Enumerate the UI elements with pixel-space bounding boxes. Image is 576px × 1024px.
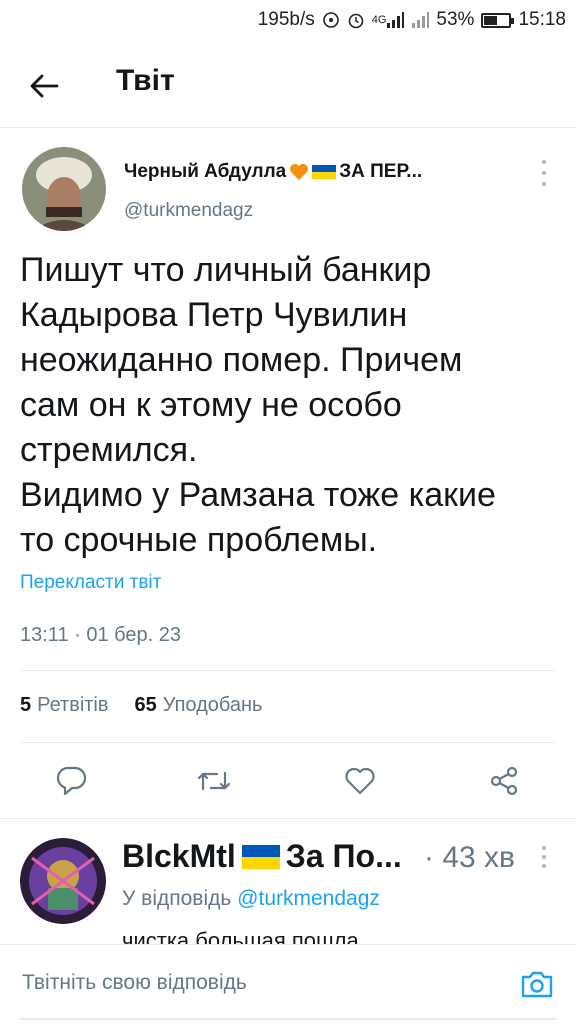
retweets-label[interactable]: Ретвітів — [37, 694, 108, 717]
author-handle[interactable]: @turkmendagz — [124, 200, 253, 222]
battery-icon — [481, 12, 515, 28]
clock: 15:18 — [518, 9, 566, 30]
author-name[interactable]: Черный Абдулла ЗА ПЕР... — [124, 161, 422, 183]
dot-icon — [542, 855, 546, 859]
orange-heart-icon — [290, 164, 309, 180]
reply-button[interactable] — [48, 758, 94, 804]
back-button[interactable] — [26, 68, 62, 104]
camera-button[interactable] — [520, 967, 554, 1001]
translate-tweet-link[interactable]: Перекласти твіт — [20, 572, 161, 594]
retweet-button[interactable] — [191, 758, 237, 804]
hotspot-icon — [322, 11, 340, 29]
tweet-stats: 5 Ретвітів 65 Уподобань — [20, 694, 262, 717]
compose-bar: Твітніть свою відповідь — [0, 944, 576, 1024]
likes-label[interactable]: Уподобань — [163, 694, 263, 717]
tweet-line: то срочные проблемы. — [20, 521, 378, 559]
more-options-button[interactable] — [538, 160, 550, 186]
dot-icon — [542, 160, 546, 164]
retweets-count[interactable]: 5 — [20, 694, 31, 717]
divider — [20, 670, 558, 671]
dot-icon — [542, 846, 546, 850]
page-title: Твіт — [116, 64, 175, 97]
network-speed: 195b/s — [257, 9, 315, 30]
arrow-left-icon — [30, 74, 59, 98]
reply-more-options-button[interactable] — [538, 846, 550, 868]
reply-time: · 43 хв — [424, 841, 515, 874]
input-underline — [20, 1018, 556, 1020]
status-bar: 195b/s 4G 53% 15:18 — [0, 0, 576, 40]
share-button[interactable] — [481, 758, 527, 804]
ukraine-flag-icon — [241, 844, 280, 869]
battery-percent: 53% — [436, 9, 475, 30]
author-avatar[interactable] — [22, 147, 106, 231]
tweet-line: сам он к этому не особо — [20, 386, 402, 424]
tweet-line: Пишут что личный банкир — [20, 251, 432, 289]
divider — [20, 742, 558, 743]
likes-count[interactable]: 65 — [135, 694, 157, 717]
like-button[interactable] — [337, 758, 383, 804]
dot-icon — [542, 864, 546, 868]
dot-icon — [542, 182, 546, 186]
reply-author-avatar[interactable] — [20, 838, 106, 924]
share-icon — [490, 766, 518, 796]
reply-to-mention[interactable]: @turkmendagz — [237, 887, 380, 910]
ukraine-flag-icon — [312, 165, 337, 179]
tweet-line: Кадырова Петр Чувилин — [20, 296, 408, 334]
signal-icon: 4G — [372, 12, 405, 28]
reply-input[interactable]: Твітніть свою відповідь — [22, 971, 247, 995]
tweet-line: стремился. — [20, 431, 198, 469]
tweet-text: Пишут что личный банкир Кадырова Петр Чу… — [20, 248, 560, 563]
top-app-bar: Твіт — [0, 40, 576, 128]
heart-icon — [345, 767, 375, 795]
reply-to-line: У відповідь @turkmendagz — [122, 887, 380, 910]
signal-secondary-icon — [411, 12, 430, 28]
reply-author-name[interactable]: BlckMtl За По... — [122, 838, 402, 875]
tweet-line: Видимо у Рамзана тоже какие — [20, 476, 496, 514]
tweet-line: неожиданно помер. Причем — [20, 341, 463, 379]
tweet-timestamp: 13:11 · 01 бер. 23 — [20, 624, 181, 646]
dot-icon — [542, 171, 546, 175]
alarm-icon — [347, 11, 365, 29]
reply-text: чистка большая пошла — [122, 928, 359, 944]
divider — [0, 818, 576, 819]
comment-icon — [56, 766, 87, 796]
tweet-actions — [0, 758, 576, 804]
camera-icon — [521, 971, 553, 998]
retweet-icon — [197, 771, 231, 791]
